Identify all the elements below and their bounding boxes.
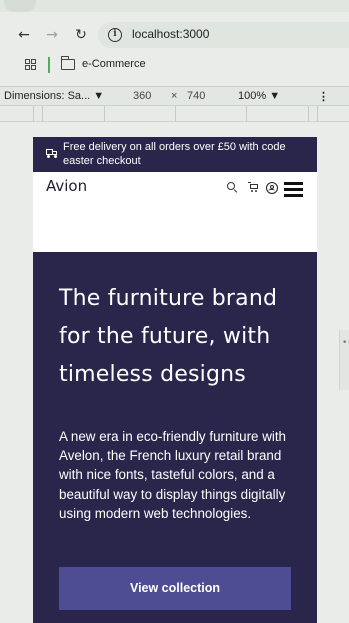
navigation-bar: ← → ↻ i localhost:3000 [0,20,349,50]
bookmark-folder-label[interactable]: e-Commerce [82,58,146,70]
view-collection-button[interactable]: View collection [59,567,291,610]
more-options-icon[interactable]: ⋮ [318,90,329,103]
tab-knob[interactable] [4,0,36,12]
hamburger-menu-icon[interactable] [284,182,303,197]
dimensions-dropdown[interactable]: Dimensions: Sa... ▼ [4,90,104,102]
delivery-truck-icon [46,149,58,158]
resize-handle[interactable]: •• [339,330,349,390]
user-account-icon[interactable] [266,182,278,194]
width-input[interactable]: 360 [133,90,151,102]
emulated-viewport: Free delivery on all orders over £50 wit… [33,137,317,623]
bookmarks-bar: e-Commerce [0,54,349,76]
hero-section: The furniture brand for the future, with… [33,252,317,623]
site-logo[interactable]: Avion [46,177,87,195]
apps-grid-icon[interactable] [25,59,37,71]
arrow-left-icon[interactable]: ← [15,26,33,44]
hero-description: A new era in eco-friendly furniture with… [59,429,287,521]
promo-banner: Free delivery on all orders over £50 wit… [33,137,317,172]
info-icon[interactable]: i [108,28,122,42]
tab-strip [0,0,349,12]
bookmark-separator [48,57,50,73]
device-toolbar: Dimensions: Sa... ▼ 360 × 740 100% ▼ ⋮ [0,86,349,106]
folder-icon[interactable] [60,56,75,70]
arrow-right-icon[interactable]: → [43,26,61,44]
grip-icon: •• [342,338,349,348]
promo-text: Free delivery on all orders over £50 wit… [63,141,286,167]
cart-icon[interactable] [248,182,259,193]
height-input[interactable]: 740 [187,90,205,102]
hero-title: The furniture brand for the future, with… [59,286,278,387]
site-header: Avion [33,172,317,204]
search-icon[interactable] [227,182,238,193]
address-bar[interactable]: i localhost:3000 [98,22,349,48]
url-text[interactable]: localhost:3000 [132,27,209,41]
times-sign: × [171,90,178,102]
zoom-dropdown[interactable]: 100% ▼ [238,90,280,102]
media-query-ruler [0,106,349,122]
browser-chrome: ← → ↻ i localhost:3000 e-Commerce [0,0,349,86]
reload-icon[interactable]: ↻ [72,26,90,44]
